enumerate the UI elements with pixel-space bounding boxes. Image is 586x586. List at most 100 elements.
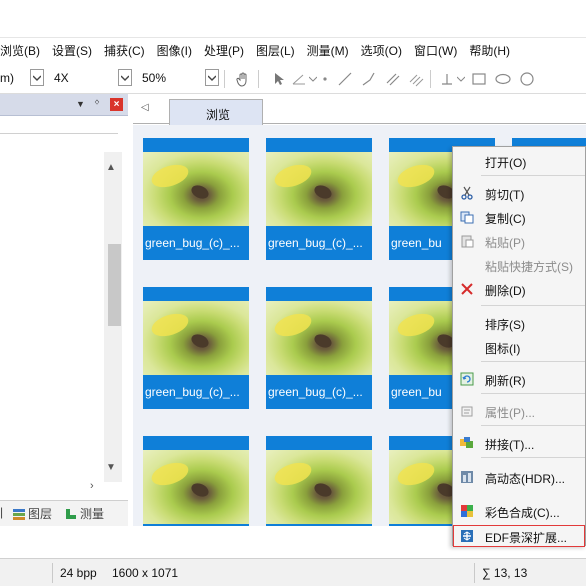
unit-select-value[interactable]: m)	[0, 71, 14, 85]
panel-menu-arrow-icon[interactable]: ▼	[76, 99, 85, 109]
pointer-icon[interactable]	[270, 70, 288, 88]
menu-separator	[481, 305, 585, 306]
window-titlebar	[0, 0, 586, 38]
menu-item-edf[interactable]: EDF景深扩展...	[453, 525, 585, 547]
point-icon[interactable]	[316, 70, 334, 88]
menu-item-cut[interactable]: 剪切(T)	[453, 183, 586, 203]
refresh-icon	[459, 371, 475, 387]
menu-browse[interactable]: 浏览(B)	[0, 38, 46, 64]
menu-item-refresh[interactable]: 刷新(R)	[453, 369, 586, 389]
status-image-size: 1600 x 1071	[112, 566, 179, 580]
panel-divider	[0, 133, 118, 134]
hdr-icon	[459, 469, 475, 485]
tab-scroll-left-icon[interactable]: ◁	[141, 102, 149, 113]
tab-layer[interactable]: 图层	[12, 505, 52, 522]
menu-item-open[interactable]: 打开(O)	[453, 151, 586, 171]
menu-separator	[481, 393, 585, 394]
chevron-down-icon[interactable]	[452, 70, 470, 88]
panel-header: ▼ ᛜ ×	[0, 94, 128, 116]
magnification-select-value[interactable]: 4X	[54, 71, 69, 85]
tab-browse[interactable]: 浏览	[169, 99, 263, 125]
menu-image[interactable]: 图像(I)	[151, 38, 198, 64]
menu-item-properties[interactable]: 属性(P)...	[453, 401, 586, 421]
toolbar-separator	[430, 70, 431, 88]
menu-item-paste[interactable]: 粘贴(P)	[453, 231, 586, 251]
thumbnail-caption: green_bug_(c)_...	[266, 375, 372, 409]
tab-separator: |	[0, 505, 4, 519]
thumbnail-caption: green_bug_(c)_...	[143, 226, 249, 260]
zoom-select-value[interactable]: 50%	[142, 71, 166, 85]
rectangle-icon[interactable]	[470, 70, 488, 88]
scroll-right-icon[interactable]: ›	[90, 480, 94, 492]
stitch-icon	[459, 435, 475, 451]
unit-dropdown-button[interactable]	[30, 69, 44, 86]
chevron-down-icon	[121, 75, 129, 81]
pin-icon[interactable]: ᛜ	[94, 98, 100, 109]
menu-separator	[481, 175, 585, 176]
thumbnail-image	[266, 450, 372, 524]
menu-settings[interactable]: 设置(S)	[46, 38, 98, 64]
magnification-dropdown-button[interactable]	[118, 69, 132, 86]
thumbnail[interactable]	[266, 436, 372, 526]
menu-help[interactable]: 帮助(H)	[463, 38, 516, 64]
layers-icon	[13, 508, 25, 520]
status-coordinates: ∑ 13, 13	[482, 566, 528, 580]
left-panel: ▼ ᛜ × ▲ ▼ ›	[0, 94, 128, 506]
menu-item-paste-shortcut[interactable]: 粘贴快捷方式(S)	[453, 255, 586, 275]
thumbnail[interactable]	[143, 436, 249, 526]
hand-icon[interactable]	[234, 70, 252, 88]
delete-x-icon	[459, 281, 475, 297]
zoom-dropdown-button[interactable]	[205, 69, 219, 86]
menu-window[interactable]: 窗口(W)	[408, 38, 463, 64]
thumbnail-image	[143, 450, 249, 524]
line-icon[interactable]	[336, 70, 354, 88]
multi-parallel-icon[interactable]	[408, 70, 426, 88]
toolbar-separator	[224, 70, 225, 88]
circle-icon[interactable]	[518, 70, 536, 88]
panel-scroll-thumb[interactable]	[108, 244, 121, 326]
thumbnail[interactable]: green_bug_(c)_...	[143, 287, 249, 409]
menu-item-icons[interactable]: 图标(I)	[453, 337, 586, 357]
toolbar-separator	[258, 70, 259, 88]
menu-item-sort[interactable]: 排序(S)	[453, 313, 586, 333]
menu-options[interactable]: 选项(O)	[355, 38, 408, 64]
tab-browse-label: 浏览	[206, 108, 231, 122]
menu-item-delete[interactable]: 删除(D)	[453, 279, 586, 299]
menu-capture[interactable]: 捕获(C)	[98, 38, 151, 64]
scissors-icon	[459, 185, 475, 201]
thumbnail-image	[143, 301, 249, 375]
thumbnail-caption	[266, 524, 372, 526]
menu-separator	[481, 361, 585, 362]
polyline-icon[interactable]	[360, 70, 378, 88]
document-tab-strip: ◁ 浏览	[133, 94, 586, 125]
menu-separator	[481, 425, 585, 426]
scroll-down-icon[interactable]: ▼	[106, 462, 116, 473]
scroll-up-icon[interactable]: ▲	[106, 162, 116, 173]
thumbnail[interactable]: green_bug_(c)_...	[143, 138, 249, 260]
status-bar: 24 bpp 1600 x 1071 ∑ 13, 13	[0, 558, 586, 586]
menu-separator	[481, 457, 585, 458]
thumbnail-image	[143, 152, 249, 226]
menu-layer[interactable]: 图层(L)	[250, 38, 301, 64]
close-icon[interactable]: ×	[110, 98, 123, 111]
ruler-icon	[66, 508, 76, 519]
ellipse-icon[interactable]	[494, 70, 512, 88]
panel-tab-strip: | 图层 测量	[0, 500, 128, 526]
paste-icon	[459, 233, 475, 249]
thumbnail-image	[266, 152, 372, 226]
menu-process[interactable]: 处理(P)	[198, 38, 250, 64]
context-menu: 打开(O) 剪切(T) 复制(C) 粘贴(P) 粘贴快捷方式(S) 删除(D) …	[452, 146, 586, 547]
thumbnail[interactable]: green_bug_(c)_...	[266, 287, 372, 409]
thumbnail-caption	[143, 524, 249, 526]
tab-measure[interactable]: 测量	[64, 505, 104, 522]
parallel-lines-icon[interactable]	[384, 70, 402, 88]
tab-measure-label: 测量	[80, 507, 105, 521]
copy-icon	[459, 209, 475, 225]
toolbar: m) 4X 50%	[0, 64, 586, 94]
thumbnail[interactable]: green_bug_(c)_...	[266, 138, 372, 260]
menu-item-color-composite[interactable]: 彩色合成(C)...	[453, 501, 586, 521]
menu-item-hdr[interactable]: 高动态(HDR)...	[453, 467, 586, 487]
menu-item-copy[interactable]: 复制(C)	[453, 207, 586, 227]
menu-measure[interactable]: 测量(M)	[301, 38, 355, 64]
menu-item-stitch[interactable]: 拼接(T)...	[453, 433, 586, 453]
